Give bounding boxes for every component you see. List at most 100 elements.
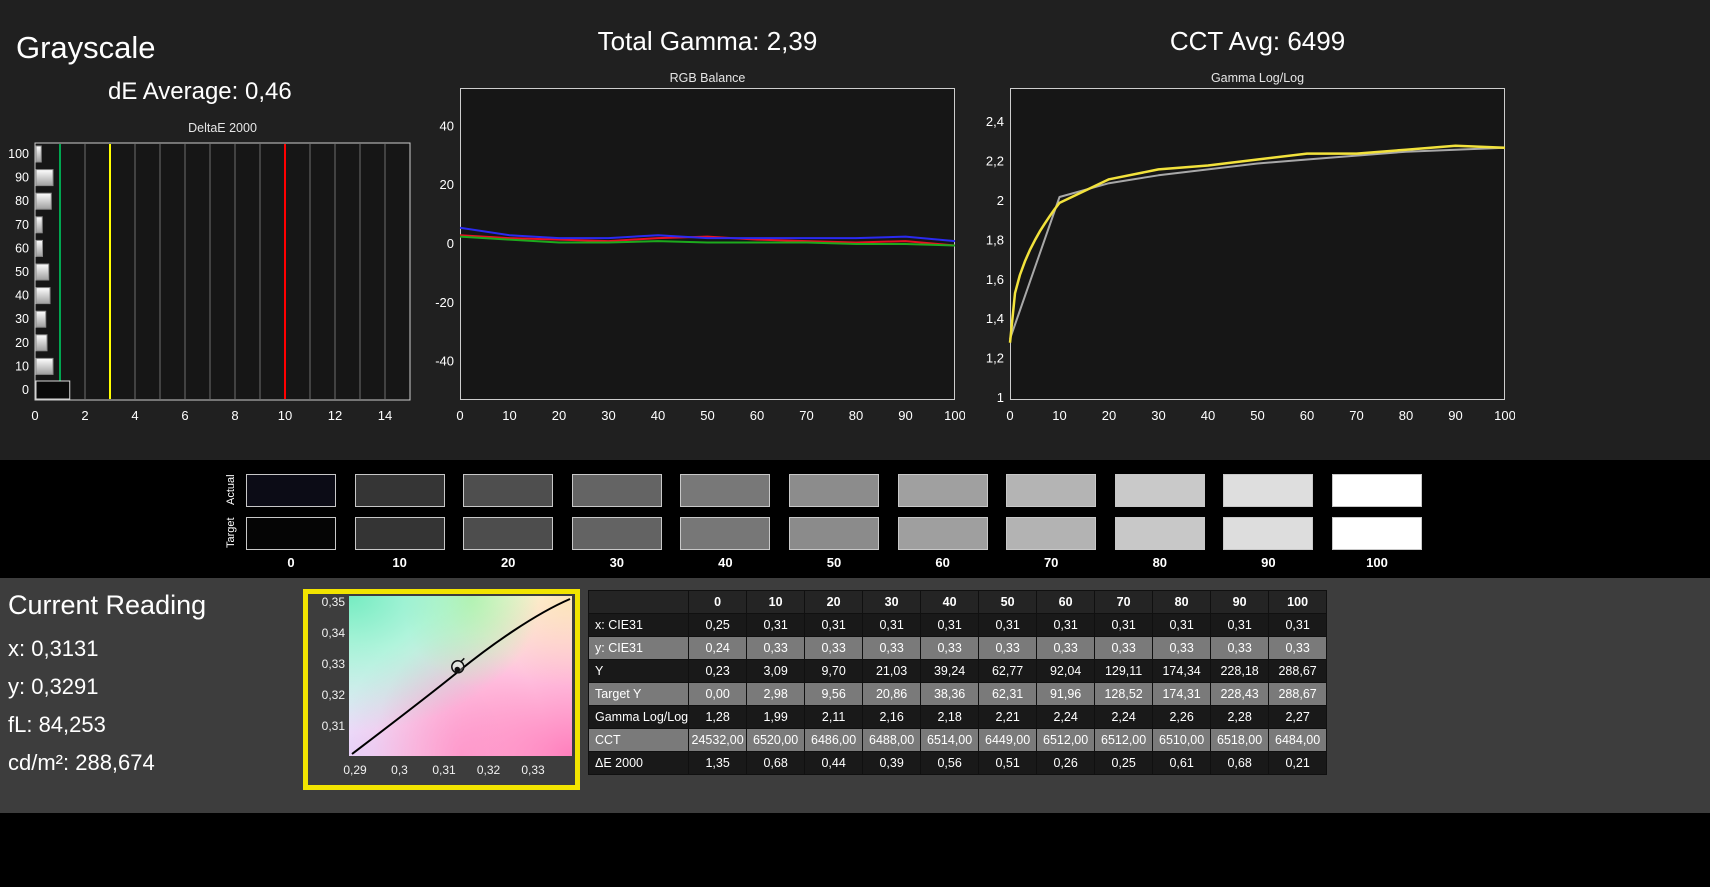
table-row: y: CIE31 0,24 0,33 0,33 0,33 0,33 0,33 0,33 0,33… (587, 636, 1328, 660)
reading-cdm2-value: cd/m²: 288,674 (8, 750, 155, 775)
table-cell: 6514,00 (920, 728, 980, 752)
axis-tick-label: 80 (15, 194, 29, 208)
de-average-label: dE Average: 0,46 (108, 78, 292, 105)
axis-tick-label: 2,4 (986, 114, 1004, 129)
table-cell: 9,56 (804, 682, 864, 706)
swatch-level-label: 40 (718, 555, 733, 570)
axis-tick-label: 2 (81, 408, 88, 423)
table-column-header: 40 (920, 590, 980, 614)
cie-y-tick: 0,35 (321, 595, 345, 609)
daylight-locus-curve (351, 598, 571, 755)
table-column-header: 0 (688, 590, 748, 614)
measurement-table: 0 10 20 30 40 50 60 70 80 90 100 x: CIE31 0,25 0,31 0,… (587, 590, 1328, 775)
table-cell: 0,31 (1210, 613, 1270, 637)
axis-tick-label: 1,2 (986, 351, 1004, 366)
swatch-actual-50 (789, 474, 879, 507)
table-cell: 62,31 (978, 682, 1038, 706)
axis-tick-label: 70 (15, 218, 29, 232)
axis-tick-label: 1 (997, 390, 1004, 405)
axis-tick-label: 60 (1300, 408, 1314, 423)
swatch-actual-90 (1223, 474, 1314, 507)
axis-tick-label: 6 (181, 408, 188, 423)
axis-tick-label: 50 (1250, 408, 1264, 423)
table-cell: 24532,00 (688, 728, 748, 752)
swatch-target-60 (897, 517, 988, 550)
swatch-target-10 (354, 517, 445, 550)
table-cell: 2,24 (1036, 705, 1096, 729)
table-cell: 92,04 (1036, 659, 1096, 683)
reading-y-value: y: 0,3291 (8, 674, 99, 699)
table-cell: 0,31 (746, 613, 806, 637)
axis-tick-label: 100 (8, 147, 29, 161)
rgb-balance-chart-title: RGB Balance (669, 71, 746, 85)
table-cell: 0,21 (1268, 751, 1328, 775)
table-cell: 2,28 (1210, 705, 1270, 729)
table-row: CCT 24532,00 6520,00 6486,00 6488,00 6514,00 6… (587, 728, 1328, 752)
axis-tick-label: 10 (502, 408, 516, 423)
swatch-actual-60 (897, 474, 988, 507)
swatch-target-100 (1332, 517, 1422, 550)
table-cell: 2,21 (978, 705, 1038, 729)
table-row: Y 0,23 3,09 9,70 21,03 39,24 62,77 92,04 129,11 1… (587, 659, 1328, 683)
swatch-target-50 (789, 517, 879, 550)
axis-tick-label: 0 (31, 408, 38, 423)
table-cell: 0,26 (1036, 751, 1096, 775)
axis-tick-label: 10 (15, 359, 29, 373)
cie-x-tick: 0,33 (521, 763, 545, 777)
deltae-bar-100 (35, 145, 42, 163)
page-title: Grayscale (16, 30, 156, 65)
axis-tick-label: 50 (700, 408, 714, 423)
table-cell: 0,00 (688, 682, 748, 706)
axis-tick-label: 8 (231, 408, 238, 423)
swatch-target-0 (246, 517, 336, 550)
cie-y-tick: 0,33 (321, 657, 345, 671)
table-cell: 174,34 (1152, 659, 1212, 683)
swatch-actual-0 (246, 474, 336, 507)
cie-x-tick: 0,29 (343, 763, 367, 777)
table-column-header: 100 (1268, 590, 1328, 614)
swatch-actual-80 (1114, 474, 1205, 507)
table-cell: 6510,00 (1152, 728, 1212, 752)
table-cell: 0,68 (1210, 751, 1270, 775)
table-cell: 288,67 (1268, 659, 1328, 683)
swatch-target-70 (1006, 517, 1097, 550)
table-row: Gamma Log/Log 1,28 1,99 2,11 2,16 2,18 2,21 2,2… (587, 705, 1328, 729)
swatch-target-20 (463, 517, 554, 550)
deltae-bar-70 (35, 216, 43, 234)
swatch-grid: 0 10 20 30 40 50 60 70 80 90 100 (0, 460, 1710, 578)
table-corner-cell (587, 590, 690, 614)
deltae-bar-40 (35, 287, 51, 305)
table-cell: 0,31 (1094, 613, 1154, 637)
table-cell: 0,33 (1268, 636, 1328, 660)
cie-chromaticity-box: 0,35 0,34 0,33 0,32 0,31 0,29 0,3 0,31 0,32 0,33 (303, 589, 580, 790)
axis-tick-label: 2,2 (986, 154, 1004, 169)
table-cell: 0,33 (804, 636, 864, 660)
cie-y-tick: 0,34 (321, 626, 345, 640)
grayscale-ramp-strip: Actual Target 0 10 20 30 40 50 60 70 80 90 100 (0, 460, 1710, 578)
table-cell: 2,26 (1152, 705, 1212, 729)
table-cell: 1,28 (688, 705, 748, 729)
plot-area (1010, 88, 1505, 400)
cie-y-tick: 0,32 (321, 688, 345, 702)
deltae-bar-50 (35, 263, 50, 281)
axis-tick-label: 30 (15, 312, 29, 326)
table-cell: 0,33 (978, 636, 1038, 660)
axis-tick-label: 0 (22, 383, 29, 397)
swatch-level-label: 30 (609, 555, 625, 570)
table-cell: 91,96 (1036, 682, 1096, 706)
table-cell: 0,25 (1094, 751, 1154, 775)
table-cell: 0,31 (1152, 613, 1212, 637)
table-column-header: 80 (1152, 590, 1212, 614)
swatch-level-label: 10 (392, 555, 407, 570)
axis-tick-label: 12 (328, 408, 342, 423)
table-cell: 6488,00 (862, 728, 922, 752)
cie-x-tick: 0,32 (476, 763, 501, 777)
row-label: CCT (587, 728, 690, 752)
axis-tick-label: 40 (1201, 408, 1215, 423)
table-cell: 128,52 (1094, 682, 1154, 706)
cie-x-tick: 0,31 (432, 763, 456, 777)
table-cell: 174,31 (1152, 682, 1212, 706)
table-cell: 6449,00 (978, 728, 1038, 752)
cie-overlay (351, 598, 571, 755)
axis-tick-label: 40 (440, 118, 454, 133)
